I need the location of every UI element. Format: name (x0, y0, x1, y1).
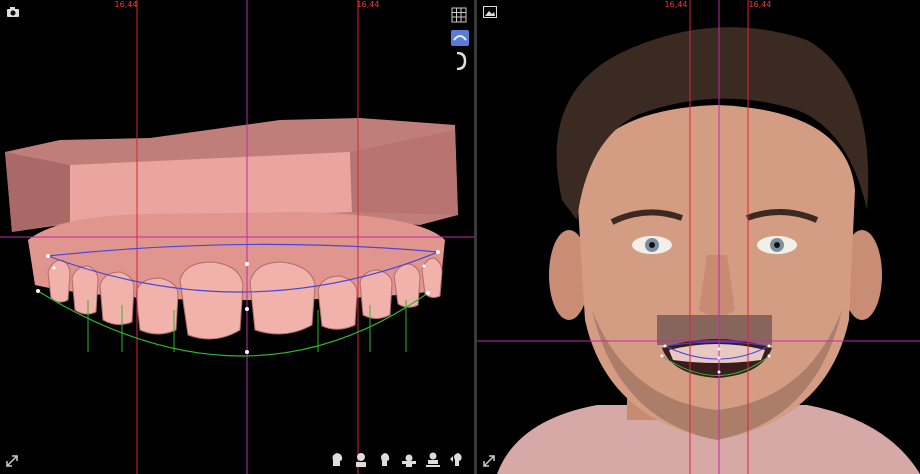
head-bottom-view-icon[interactable] (424, 450, 442, 468)
head-side-view-icon[interactable] (448, 450, 466, 468)
measurement-label-right: 16,44 (356, 0, 380, 9)
collapse-arrows-icon[interactable] (482, 454, 496, 468)
model-viewport[interactable]: 16,44 16,44 (0, 0, 474, 474)
head-three-quarter-view-icon[interactable] (376, 450, 394, 468)
head-profile-view-icon[interactable] (328, 450, 346, 468)
image-icon[interactable] (483, 6, 497, 18)
collapse-arrows-icon[interactable] (5, 454, 19, 468)
articulator-icon[interactable] (455, 52, 467, 70)
photo-viewport[interactable]: 16,44 16,44 (477, 0, 920, 474)
measurement-label-right: 16,44 (748, 0, 772, 9)
face-photo[interactable] (477, 0, 920, 474)
camera-icon[interactable] (6, 6, 20, 18)
head-front-view-icon[interactable] (352, 450, 370, 468)
measurement-label-left: 16,44 (664, 0, 688, 9)
texture-display-icon[interactable] (451, 30, 469, 46)
dental-model-render[interactable] (0, 0, 474, 474)
measurement-label-left: 16,44 (114, 0, 138, 9)
grid-display-icon[interactable] (451, 7, 467, 23)
head-top-view-icon[interactable] (400, 450, 418, 468)
view-presets (328, 450, 466, 468)
